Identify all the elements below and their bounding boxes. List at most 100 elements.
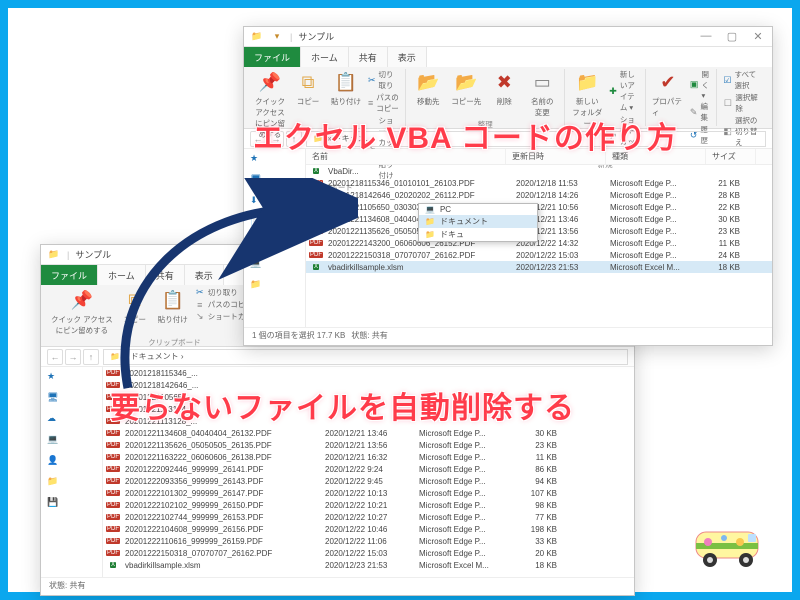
file-row[interactable]: XVbaDir... [306, 165, 772, 177]
cell-name: 20201222093356_999999_26143.PDF [119, 477, 319, 486]
file-row[interactable]: PDF20201222104608_999999_26156.PDF2020/1… [103, 523, 634, 535]
close-button[interactable]: ✕ [750, 30, 766, 43]
pin-icon: 📌 [69, 287, 95, 313]
cell-size: 11 KB [700, 239, 746, 248]
file-row[interactable]: PDF20201218142646_02020202_26112.PDF2020… [306, 189, 772, 201]
cell-size: 94 KB [517, 477, 563, 486]
onedrive-icon[interactable]: ☁ [47, 413, 61, 427]
file-row[interactable]: PDF20201222093356_999999_26143.PDF2020/1… [103, 475, 634, 487]
tab-share[interactable]: 共有 [349, 47, 388, 67]
down-icon: ▾ [270, 30, 284, 44]
cell-date: 2020/12/22 15:03 [510, 251, 604, 260]
pdf-icon: PDF [107, 512, 119, 522]
file-row[interactable]: PDF20201222143200_06060606_26152.PDF2020… [306, 237, 772, 249]
select-none-button[interactable]: ☐選択解除 [723, 92, 762, 114]
cut-button[interactable]: ✂切り取り [368, 69, 399, 91]
cell-size: 28 KB [700, 191, 746, 200]
pc-icon[interactable]: 💻 [47, 434, 61, 448]
pdf-icon: PDF [107, 500, 119, 510]
cell-type: Microsoft Edge P... [413, 525, 517, 534]
select-all-button[interactable]: ☑すべて選択 [723, 69, 762, 91]
paste-button[interactable]: 📋貼り付け [330, 69, 362, 107]
cell-type: Microsoft Edge P... [413, 549, 517, 558]
copyto-icon: 📂 [453, 69, 479, 95]
folder-icon: 📁 [47, 248, 61, 262]
cell-type: Microsoft Excel M... [604, 263, 700, 272]
cell-name: 20201222102744_999999_26153.PDF [119, 513, 319, 522]
col-size[interactable]: サイズ [706, 149, 756, 164]
nav-arrows: ← → ↑ [47, 349, 99, 365]
file-row[interactable]: PDF20201221134608_04040404_26132.PDF2020… [103, 427, 634, 439]
tab-view[interactable]: 表示 [388, 47, 427, 67]
pdf-icon: PDF [107, 428, 119, 438]
delete-button[interactable]: ✖削除 [488, 69, 520, 107]
popup-item[interactable]: 📁ドキュメント [419, 215, 537, 228]
edit-icon: ✎ [690, 107, 698, 117]
excel-icon: ▣ [690, 80, 699, 90]
cell-name: 20201221134608_04040404_26132.PDF [119, 429, 319, 438]
newfolder-icon: 📁 [574, 69, 600, 95]
cell-name: 20201222104608_999999_26156.PDF [119, 525, 319, 534]
cell-size: 18 KB [517, 561, 563, 570]
properties-button[interactable]: ✔プロパティ [652, 69, 684, 118]
file-row[interactable]: Xvbadirkillsample.xlsm2020/12/23 21:53Mi… [306, 261, 772, 273]
move-icon: 📂 [415, 69, 441, 95]
file-row[interactable]: PDF20201222092446_999999_26141.PDF2020/1… [103, 463, 634, 475]
cell-name: VbaDir... [322, 167, 510, 176]
quickaccess-icon[interactable]: ★ [47, 371, 61, 385]
file-row[interactable]: PDF20201221135626_05050505_26135.PDF2020… [103, 439, 634, 451]
cell-type: Microsoft Edge P... [604, 203, 700, 212]
subheadline-text: 要らないファイルを自動削除する [110, 383, 575, 427]
cell-type: Microsoft Edge P... [413, 441, 517, 450]
file-row[interactable]: PDF20201222150318_07070707_26162.PDF2020… [103, 547, 634, 559]
cell-type: Microsoft Edge P... [413, 453, 517, 462]
back-button[interactable]: ← [47, 349, 63, 365]
tab-home[interactable]: ホーム [301, 47, 349, 67]
up-button[interactable]: ↑ [83, 349, 99, 365]
cell-date: 2020/12/21 13:56 [319, 441, 413, 450]
file-row[interactable]: PDF20201222102102_999999_26150.PDF2020/1… [103, 499, 634, 511]
drive-icon[interactable]: 💾 [47, 497, 61, 511]
copyto-button[interactable]: 📂コピー先 [450, 69, 482, 107]
cell-size: 23 KB [517, 441, 563, 450]
file-row[interactable]: PDF20201221135626_05050505_26135.PDF2020… [306, 225, 772, 237]
copy-icon: ⧉ [295, 69, 321, 95]
file-row[interactable]: PDF20201222102744_999999_26153.PDF2020/1… [103, 511, 634, 523]
van-illustration [690, 520, 770, 570]
file-row[interactable]: PDF20201222110616_999999_26159.PDF2020/1… [103, 535, 634, 547]
cell-size: 86 KB [517, 465, 563, 474]
file-row[interactable]: PDF20201222150318_07070707_26162.PDF2020… [306, 249, 772, 261]
file-row[interactable]: PDF20201222101302_999999_26147.PDF2020/1… [103, 487, 634, 499]
fwd-button[interactable]: → [65, 349, 81, 365]
newitem-button[interactable]: ✚新しいアイテム ▾ [609, 69, 639, 113]
selectall-icon: ☑ [723, 75, 731, 85]
status-bar: 状態: 共有 [41, 577, 634, 593]
cell-type: Microsoft Edge P... [413, 501, 517, 510]
tab-file[interactable]: ファイル [244, 47, 301, 67]
edit-button[interactable]: ✎編集 [690, 101, 711, 123]
file-row[interactable]: PDF20201221163222_06060606_26138.PDF2020… [103, 451, 634, 463]
open-button[interactable]: ▣開く ▾ [690, 69, 711, 100]
nav-pane[interactable]: ★ 🖥 ☁ 💻 👤 📁 💾 [41, 367, 103, 577]
moveto-button[interactable]: 📂移動先 [412, 69, 444, 107]
file-row[interactable]: PDF20201221134608_04040404_26132.PDF2020… [306, 213, 772, 225]
desktop-icon[interactable]: 🖥 [47, 392, 61, 406]
cell-size: 98 KB [517, 501, 563, 510]
maximize-button[interactable]: ▢ [724, 30, 740, 43]
user-icon[interactable]: 👤 [47, 455, 61, 469]
file-row[interactable]: PDF20201218115346_01010101_26103.PDF2020… [306, 177, 772, 189]
tab-file[interactable]: ファイル [41, 265, 98, 285]
file-row[interactable]: Xvbadirkillsample.xlsm2020/12/23 21:53Mi… [103, 559, 634, 571]
file-row[interactable]: PDF20201221105650_03030303_26123.PDF2020… [306, 201, 772, 213]
popup-item[interactable]: 📁ドキュ [419, 228, 537, 241]
copy-button[interactable]: ⧉コピー [292, 69, 324, 107]
rename-button[interactable]: ▭名前の 変更 [526, 69, 558, 118]
titlebar[interactable]: 📁 ▾ | サンプル — ▢ ✕ [244, 27, 772, 47]
cell-name: 20201222101302_999999_26147.PDF [119, 489, 319, 498]
breadcrumb-popup: 💻PC📁ドキュメント📁ドキュ [418, 203, 538, 242]
folder-icon[interactable]: 📁 [47, 476, 61, 490]
popup-item[interactable]: 💻PC [419, 204, 537, 215]
copypath-button[interactable]: ≡パスのコピー [368, 92, 399, 114]
cell-type: Microsoft Edge P... [604, 227, 700, 236]
minimize-button[interactable]: — [698, 30, 714, 43]
